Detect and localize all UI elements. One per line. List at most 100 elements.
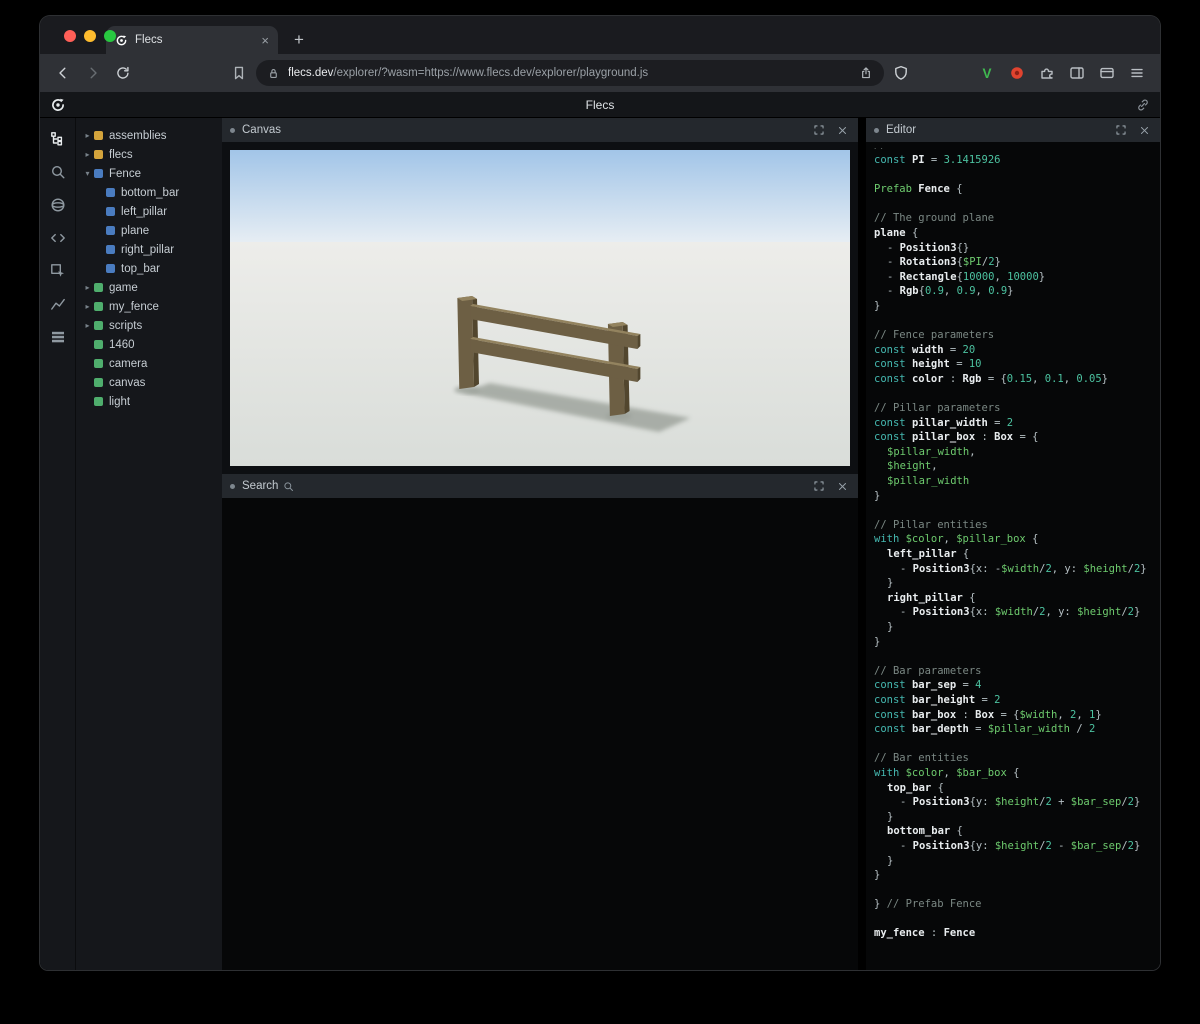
zoom-button[interactable] xyxy=(104,30,116,42)
red-extension-icon[interactable] xyxy=(1004,60,1030,86)
tables-icon[interactable] xyxy=(47,326,69,348)
close-icon[interactable] xyxy=(834,125,850,136)
bookmark-icon[interactable] xyxy=(226,60,252,86)
code-line: with $color, $pillar_box { xyxy=(874,532,1160,547)
browser-window: Flecs × + flecs.dev/explorer/?wasm=https… xyxy=(40,16,1160,970)
search-results-area xyxy=(222,498,858,970)
entity-kind-badge xyxy=(94,302,103,311)
shield-icon[interactable] xyxy=(888,60,914,86)
close-icon[interactable] xyxy=(1136,125,1152,136)
app-title: Flecs xyxy=(40,98,1160,112)
code-editor[interactable]: // ...const PI = 3.1415926 Prefab Fence … xyxy=(866,142,1160,970)
tree-item-scripts[interactable]: ▸scripts xyxy=(76,316,222,335)
entity-kind-badge xyxy=(94,283,103,292)
vimium-extension-icon[interactable]: V xyxy=(974,60,1000,86)
editor-panel-title: Editor xyxy=(886,124,916,136)
tree-item-game[interactable]: ▸game xyxy=(76,278,222,297)
code-line: - Position3{x: -$width/2, y: $height/2} xyxy=(874,562,1160,577)
code-line: } // Prefab Fence xyxy=(874,897,1160,912)
new-tab-button[interactable]: + xyxy=(286,27,312,53)
editor-column: Editor // ...const PI = 3.1415926 Prefab… xyxy=(866,118,1160,970)
chevron-right-icon[interactable]: ▸ xyxy=(82,150,93,159)
entity-tree-icon[interactable] xyxy=(47,128,69,150)
reload-button[interactable] xyxy=(110,60,136,86)
permalink-icon[interactable] xyxy=(1136,98,1150,112)
expand-icon[interactable] xyxy=(811,480,827,492)
sky xyxy=(230,150,850,246)
browser-tab[interactable]: Flecs × xyxy=(106,26,278,54)
canvas-body xyxy=(222,142,858,474)
chevron-right-icon[interactable]: ▸ xyxy=(82,131,93,140)
code-line: } xyxy=(874,299,1160,314)
entity-tree: ▸assemblies▸flecs▾Fencebottom_barleft_pi… xyxy=(76,118,222,970)
entity-kind-badge xyxy=(94,131,103,140)
inspector-icon[interactable] xyxy=(47,260,69,282)
address-bar[interactable]: flecs.dev/explorer/?wasm=https://www.fle… xyxy=(256,60,884,86)
sidebar-toggle-icon[interactable] xyxy=(1064,60,1090,86)
tree-item-Fence[interactable]: ▾Fence xyxy=(76,164,222,183)
code-line: const width = 20 xyxy=(874,343,1160,358)
code-line: // Pillar entities xyxy=(874,518,1160,533)
code-line: right_pillar { xyxy=(874,591,1160,606)
close-button[interactable] xyxy=(64,30,76,42)
chevron-right-icon[interactable]: ▸ xyxy=(82,321,93,330)
entity-kind-badge xyxy=(106,226,115,235)
code-line: bottom_bar { xyxy=(874,824,1160,839)
tree-item-my_fence[interactable]: ▸my_fence xyxy=(76,297,222,316)
chevron-right-icon[interactable]: ▸ xyxy=(82,283,93,292)
code-line: const bar_height = 2 xyxy=(874,693,1160,708)
tree-item-assemblies[interactable]: ▸assemblies xyxy=(76,126,222,145)
code-line: } xyxy=(874,635,1160,650)
code-line: // Bar parameters xyxy=(874,664,1160,679)
stats-icon[interactable] xyxy=(47,293,69,315)
tree-item-left_pillar[interactable]: left_pillar xyxy=(76,202,222,221)
chevron-down-icon[interactable]: ▾ xyxy=(82,169,93,178)
entity-label: bottom_bar xyxy=(121,187,179,199)
editor-panel-header: Editor xyxy=(866,118,1160,142)
share-icon[interactable] xyxy=(859,66,873,80)
tab-close-icon[interactable]: × xyxy=(261,34,269,47)
code-line: - Rgb{0.9, 0.9, 0.9} xyxy=(874,284,1160,299)
tree-item-camera[interactable]: camera xyxy=(76,354,222,373)
extensions-puzzle-icon[interactable] xyxy=(1034,60,1060,86)
code-line: // Fence parameters xyxy=(874,328,1160,343)
wallet-icon[interactable] xyxy=(1094,60,1120,86)
forward-button[interactable] xyxy=(80,60,106,86)
panel-dot xyxy=(230,484,235,489)
tree-item-flecs[interactable]: ▸ flecs xyxy=(76,145,222,164)
flecs-favicon xyxy=(115,34,128,47)
code-line: $pillar_width xyxy=(874,474,1160,489)
tree-item-light[interactable]: light xyxy=(76,392,222,411)
expand-icon[interactable] xyxy=(811,124,827,136)
menu-icon[interactable] xyxy=(1124,60,1150,86)
minimize-button[interactable] xyxy=(84,30,96,42)
3d-viewport[interactable] xyxy=(230,150,850,466)
tree-item-bottom_bar[interactable]: bottom_bar xyxy=(76,183,222,202)
code-line: - Rectangle{10000, 10000} xyxy=(874,270,1160,285)
tree-item-right_pillar[interactable]: right_pillar xyxy=(76,240,222,259)
close-icon[interactable] xyxy=(834,481,850,492)
globe-icon[interactable] xyxy=(47,194,69,216)
code-line: const pillar_box : Box = { xyxy=(874,430,1160,445)
url-host: flecs.dev xyxy=(288,67,333,79)
code-line: // Bar entities xyxy=(874,751,1160,766)
search-icon[interactable] xyxy=(47,161,69,183)
entity-label: flecs xyxy=(109,149,133,161)
tree-item-canvas[interactable]: canvas xyxy=(76,373,222,392)
tree-item-plane[interactable]: plane xyxy=(76,221,222,240)
code-line: with $color, $bar_box { xyxy=(874,766,1160,781)
expand-icon[interactable] xyxy=(1113,124,1129,136)
entity-label: camera xyxy=(109,358,147,370)
code-line: $pillar_width, xyxy=(874,445,1160,460)
back-button[interactable] xyxy=(50,60,76,86)
entity-kind-badge xyxy=(94,340,103,349)
code-icon[interactable] xyxy=(47,227,69,249)
window-controls xyxy=(64,30,116,42)
code-line: const height = 10 xyxy=(874,357,1160,372)
tree-item-1460[interactable]: 1460 xyxy=(76,335,222,354)
tab-strip: Flecs × + xyxy=(40,16,1160,54)
code-line xyxy=(874,883,1160,898)
chevron-right-icon[interactable]: ▸ xyxy=(82,302,93,311)
tree-item-top_bar[interactable]: top_bar xyxy=(76,259,222,278)
entity-kind-badge xyxy=(94,150,103,159)
